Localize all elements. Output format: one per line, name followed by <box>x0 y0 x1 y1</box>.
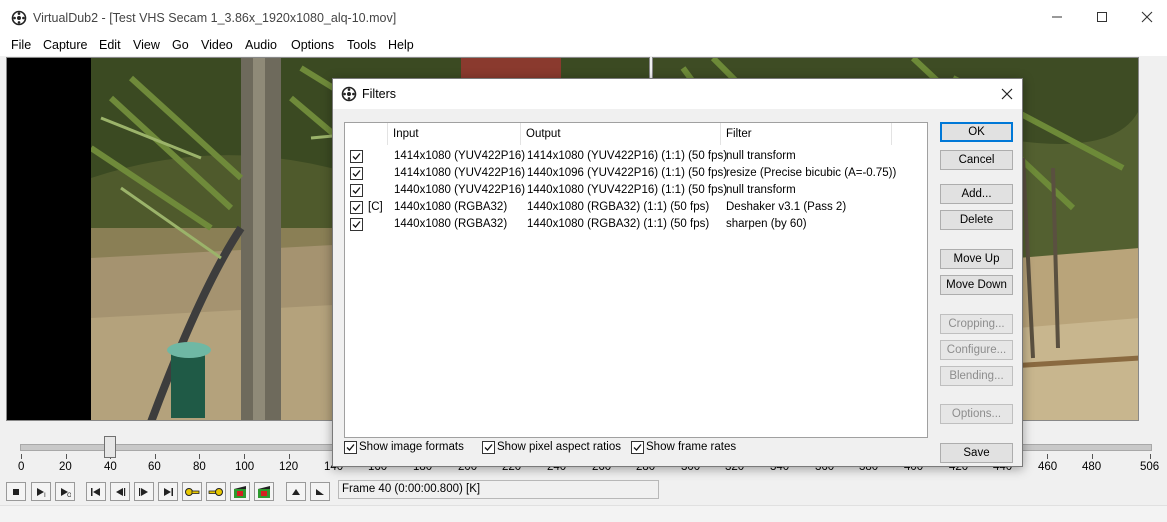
show-image-formats-label: Show image formats <box>359 441 464 453</box>
filter-name: sharpen (by 60) <box>726 218 807 230</box>
svg-text:I: I <box>44 492 46 497</box>
ok-button[interactable]: OK <box>940 122 1013 142</box>
timeline-tick-label: 506 <box>1140 461 1160 473</box>
blending-button[interactable]: Blending... <box>940 366 1013 386</box>
timeline-thumb[interactable] <box>104 436 116 458</box>
timeline-tick <box>199 454 200 459</box>
column-header-input[interactable]: Input <box>388 123 521 145</box>
show-pixel-aspect-ratios-label: Show pixel aspect ratios <box>497 441 622 453</box>
mark-in-icon[interactable] <box>286 482 306 501</box>
timeline-tick <box>1150 454 1151 459</box>
filter-enable-checkbox[interactable] <box>350 218 363 231</box>
filter-output: 1414x1080 (YUV422P16) (1:1) (50 fps) <box>527 150 728 162</box>
go-end-icon[interactable] <box>158 482 178 501</box>
timeline-tick <box>155 454 156 459</box>
filter-row[interactable]: 1414x1080 (YUV422P16) 1414x1080 (YUV422P… <box>345 148 927 165</box>
column-header-enabled[interactable] <box>345 123 388 145</box>
stop-button[interactable] <box>6 482 26 501</box>
play-input-button[interactable]: I <box>31 482 51 501</box>
frame-readout: Frame 40 (0:00:00.800) [K] <box>338 480 659 499</box>
column-header-output[interactable]: Output <box>521 123 721 145</box>
delete-filter-button[interactable]: Delete <box>940 210 1013 230</box>
scene-next-icon[interactable] <box>254 482 274 501</box>
timeline-tick-label: 60 <box>148 461 161 473</box>
filter-output: 1440x1080 (RGBA32) (1:1) (50 fps) <box>527 201 710 213</box>
filter-input: 1414x1080 (YUV422P16) <box>394 150 526 162</box>
move-up-button[interactable]: Move Up <box>940 249 1013 269</box>
timeline-tick-label: 80 <box>193 461 206 473</box>
add-filter-button[interactable]: Add... <box>940 184 1013 204</box>
dialog-icon <box>341 86 357 102</box>
filter-enable-checkbox[interactable] <box>350 150 363 163</box>
timeline-tick-label: 480 <box>1082 461 1102 473</box>
prev-frame-icon[interactable] <box>110 482 130 501</box>
save-button[interactable]: Save <box>940 443 1013 463</box>
filter-name: Deshaker v3.1 (Pass 2) <box>726 201 847 213</box>
filter-row[interactable]: [C] 1440x1080 (RGBA32) 1440x1080 (RGBA32… <box>345 199 927 216</box>
timeline-tick-label: 100 <box>235 461 255 473</box>
filters-dialog: Filters Input Output Filter 1414x1080 (Y… <box>332 78 1023 467</box>
mark-out-icon[interactable] <box>310 482 330 501</box>
timeline-tick-label: 0 <box>18 461 25 473</box>
timeline-tick <box>1092 454 1093 459</box>
prev-keyframe-icon[interactable] <box>182 482 202 501</box>
filter-input: 1414x1080 (YUV422P16) <box>394 167 526 179</box>
filter-input: 1440x1080 (RGBA32) <box>394 201 508 213</box>
timeline-tick-label: 120 <box>279 461 299 473</box>
next-keyframe-icon[interactable] <box>206 482 226 501</box>
timeline-tick-label: 460 <box>1038 461 1058 473</box>
timeline-tick-label: 20 <box>59 461 72 473</box>
timeline-tick <box>289 454 290 459</box>
filter-output: 1440x1080 (RGBA32) (1:1) (50 fps) <box>527 218 710 230</box>
filter-output: 1440x1096 (YUV422P16) (1:1) (50 fps) <box>527 167 728 179</box>
timeline-tick <box>244 454 245 459</box>
filter-enable-checkbox[interactable] <box>350 201 363 214</box>
filter-name: null transform <box>726 150 796 162</box>
move-down-button[interactable]: Move Down <box>940 275 1013 295</box>
filter-tag: [C] <box>368 201 383 213</box>
filter-input: 1440x1080 (YUV422P16) <box>394 184 526 196</box>
filter-enable-checkbox[interactable] <box>350 167 363 180</box>
next-frame-icon[interactable] <box>134 482 154 501</box>
play-output-button[interactable]: O <box>55 482 75 501</box>
dialog-title: Filters <box>362 87 397 101</box>
timeline-tick <box>21 454 22 459</box>
filter-row[interactable]: 1414x1080 (YUV422P16) 1440x1096 (YUV422P… <box>345 165 927 182</box>
timeline-tick <box>66 454 67 459</box>
close-icon[interactable] <box>996 83 1018 105</box>
filter-row[interactable]: 1440x1080 (RGBA32) 1440x1080 (RGBA32) (1… <box>345 216 927 233</box>
filter-enable-checkbox[interactable] <box>350 184 363 197</box>
filter-output: 1440x1080 (YUV422P16) (1:1) (50 fps) <box>527 184 728 196</box>
dialog-title-bar: Filters <box>333 79 1022 109</box>
show-frame-rates-checkbox[interactable] <box>631 441 644 454</box>
show-image-formats-checkbox[interactable] <box>344 441 357 454</box>
filter-input: 1440x1080 (RGBA32) <box>394 218 508 230</box>
cancel-button[interactable]: Cancel <box>940 150 1013 170</box>
filter-name: null transform <box>726 184 796 196</box>
timeline-tick-label: 40 <box>104 461 117 473</box>
go-start-icon[interactable] <box>86 482 106 501</box>
cropping-button[interactable]: Cropping... <box>940 314 1013 334</box>
filter-name: resize (Precise bicubic (A=-0.75)) <box>726 167 897 179</box>
column-header-filter[interactable]: Filter <box>721 123 892 145</box>
timeline-tick <box>1047 454 1048 459</box>
options-button[interactable]: Options... <box>940 404 1013 424</box>
status-strip <box>0 505 1167 522</box>
scene-prev-icon[interactable] <box>230 482 250 501</box>
show-pixel-aspect-ratios-checkbox[interactable] <box>482 441 495 454</box>
filter-row[interactable]: 1440x1080 (YUV422P16) 1440x1080 (YUV422P… <box>345 182 927 199</box>
show-frame-rates-label: Show frame rates <box>646 441 737 453</box>
filter-list[interactable]: Input Output Filter 1414x1080 (YUV422P16… <box>344 122 928 438</box>
svg-text:O: O <box>67 492 71 497</box>
configure-button[interactable]: Configure... <box>940 340 1013 360</box>
